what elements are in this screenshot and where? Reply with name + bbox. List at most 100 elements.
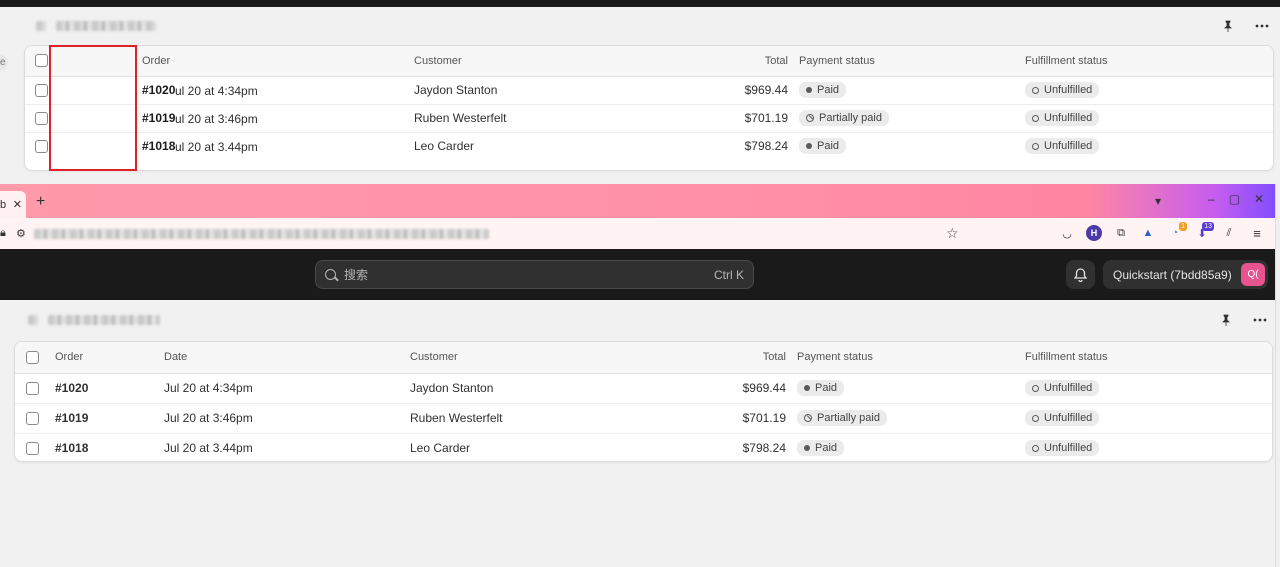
extension-badge-count: 1 xyxy=(1179,222,1187,231)
order-date: Jul 20 at 4:34pm xyxy=(164,373,410,404)
total-cell: $701.19 xyxy=(704,104,788,133)
total-cell: $969.44 xyxy=(692,373,786,404)
select-all-checkbox[interactable] xyxy=(26,350,39,364)
order-date-overlap: ul 20 at 3:46pm xyxy=(175,111,258,126)
minimize-icon[interactable]: – xyxy=(1208,192,1215,206)
table-row[interactable]: #1018 Jul 20 at 3.44pm Leo Carder $798.2… xyxy=(15,433,1272,461)
new-tab-button[interactable]: + xyxy=(36,193,45,211)
table-row[interactable]: #1019 Jul 20 at 3:46pm Ruben Westerfelt … xyxy=(15,403,1272,434)
table-row[interactable]: #1020 ul 20 at 4:34pm Jaydon Stanton $969… xyxy=(25,76,1273,105)
library-icon[interactable]: ⫽ xyxy=(1221,225,1237,241)
app-top-bar: 搜索 Ctrl K Quickstart (7bdd85a9) Q( xyxy=(0,249,1275,300)
top-dark-strip xyxy=(0,0,1280,7)
search-input[interactable]: 搜索 Ctrl K xyxy=(315,260,754,289)
notifications-button[interactable] xyxy=(1066,260,1095,289)
fulfillment-status-cell: Unfulfilled xyxy=(1025,403,1272,434)
left-edge-tab: e xyxy=(0,55,8,71)
close-window-icon[interactable]: ✕ xyxy=(1254,192,1264,206)
h-extension-icon[interactable]: H xyxy=(1086,225,1102,241)
unfulfilled-ring-icon xyxy=(1032,414,1039,422)
tab-close-icon[interactable]: ✕ xyxy=(13,198,22,211)
more-actions-icon[interactable] xyxy=(1252,16,1272,36)
puzzle-icon[interactable]: ⧉ xyxy=(1113,225,1129,241)
total-cell: $798.24 xyxy=(744,139,788,154)
row-checkbox[interactable] xyxy=(26,442,39,456)
order-number[interactable]: #1019 xyxy=(142,111,175,125)
table-row[interactable]: #1020 Jul 20 at 4:34pm Jaydon Stanton $9… xyxy=(15,373,1272,404)
table-row[interactable]: #1019 ul 20 at 3:46pm Ruben Westerfelt $7… xyxy=(25,104,1273,133)
top-orders-card: Order Customer Total Payment status Fulf… xyxy=(24,45,1274,171)
column-customer[interactable]: Customer xyxy=(414,46,704,77)
menu-icon[interactable]: ≡ xyxy=(1249,225,1265,241)
column-order[interactable]: Order xyxy=(142,46,414,77)
payment-status-badge: Paid xyxy=(797,440,845,457)
search-icon xyxy=(325,269,336,280)
blurred-url[interactable] xyxy=(34,229,489,239)
lock-icon[interactable]: 🔒︎ xyxy=(0,227,6,240)
pocket-icon[interactable]: ◡ xyxy=(1059,225,1075,241)
right-edge-scrollbar[interactable] xyxy=(1275,184,1280,567)
fulfillment-status-badge: Unfulfilled xyxy=(1025,440,1100,457)
column-date[interactable]: Date xyxy=(164,342,410,374)
order-cell[interactable]: #1018 ul 20 at 3.44pm xyxy=(142,132,414,160)
top-capture-panel: e Order Customer Total Payment status Fu xyxy=(0,7,1280,184)
maximize-icon[interactable]: ▢ xyxy=(1229,192,1240,206)
fulfillment-status-cell: Unfulfilled xyxy=(1025,373,1272,404)
row-checkbox[interactable] xyxy=(35,140,48,154)
bookmark-star-icon[interactable]: ☆ xyxy=(946,225,959,242)
tab-list-chevron-icon[interactable]: ▾ xyxy=(1155,194,1161,208)
fulfillment-status-badge: Unfulfilled xyxy=(1025,410,1100,426)
window-controls: – ▢ ✕ xyxy=(1208,192,1264,206)
unfulfilled-ring-icon xyxy=(1032,444,1039,452)
table-header-row: Order Customer Total Payment status Fulf… xyxy=(25,46,1273,77)
order-number[interactable]: #1018 xyxy=(142,139,175,153)
total-cell: $798.24 xyxy=(742,441,786,456)
more-actions-icon[interactable] xyxy=(1250,310,1270,330)
row-checkbox[interactable] xyxy=(35,112,48,126)
payment-status-badge: Partially paid xyxy=(797,410,887,426)
hidden-cell xyxy=(50,76,142,105)
total-cell: $701.19 xyxy=(692,403,786,434)
pin-icon[interactable] xyxy=(1216,310,1236,330)
order-number[interactable]: #1018 xyxy=(55,433,164,461)
hidden-column-header xyxy=(50,46,142,77)
select-all-cell xyxy=(25,46,50,77)
order-number[interactable]: #1020 xyxy=(142,83,175,97)
customer-cell: Jaydon Stanton xyxy=(414,76,704,105)
payment-status-cell: Partially paid xyxy=(786,403,1025,434)
column-total[interactable]: Total xyxy=(692,342,786,374)
order-date-overlap: ul 20 at 3.44pm xyxy=(175,139,258,154)
partially-paid-icon xyxy=(806,114,814,122)
blurred-title-text xyxy=(48,315,160,325)
column-fulfillment-status[interactable]: Fulfillment status xyxy=(1025,46,1273,77)
paid-dot-icon xyxy=(804,445,810,452)
column-payment-status[interactable]: Payment status xyxy=(786,342,1025,374)
select-all-checkbox[interactable] xyxy=(35,54,48,68)
store-switcher-button[interactable]: Quickstart (7bdd85a9) Q( xyxy=(1103,260,1268,289)
site-settings-icon[interactable]: ⚙ xyxy=(16,227,26,240)
column-total[interactable]: Total xyxy=(704,46,788,77)
browser-tab[interactable]: b ✕ xyxy=(0,191,26,218)
table-row[interactable]: #1018 ul 20 at 3.44pm Leo Carder $798.24 … xyxy=(25,132,1273,160)
pin-icon[interactable] xyxy=(1218,16,1238,36)
download-extension-icon[interactable]: ⬇ 13 xyxy=(1194,222,1214,241)
order-cell[interactable]: #1019 ul 20 at 3:46pm xyxy=(142,104,414,133)
column-payment-status[interactable]: Payment status xyxy=(788,46,1025,77)
paid-dot-icon xyxy=(806,143,812,150)
badge-extension-icon[interactable]: ◔ 1 xyxy=(1167,222,1187,241)
order-number[interactable]: #1020 xyxy=(55,373,164,404)
customer-cell: Leo Carder xyxy=(414,139,475,154)
store-name: Quickstart (7bdd85a9) xyxy=(1113,267,1232,282)
column-order[interactable]: Order xyxy=(55,342,164,374)
column-customer[interactable]: Customer xyxy=(410,342,692,374)
column-fulfillment-status[interactable]: Fulfillment status xyxy=(1025,342,1272,374)
paid-dot-icon xyxy=(806,87,812,93)
row-checkbox[interactable] xyxy=(26,382,39,396)
row-checkbox[interactable] xyxy=(35,84,48,98)
triangle-extension-icon[interactable]: ▲ xyxy=(1140,225,1156,241)
row-checkbox[interactable] xyxy=(26,412,39,426)
avatar: Q( xyxy=(1241,263,1265,286)
order-number[interactable]: #1019 xyxy=(55,403,164,434)
order-cell[interactable]: #1020 ul 20 at 4:34pm xyxy=(142,76,414,105)
top-orders-table: Order Customer Total Payment status Fulf… xyxy=(25,46,1273,160)
